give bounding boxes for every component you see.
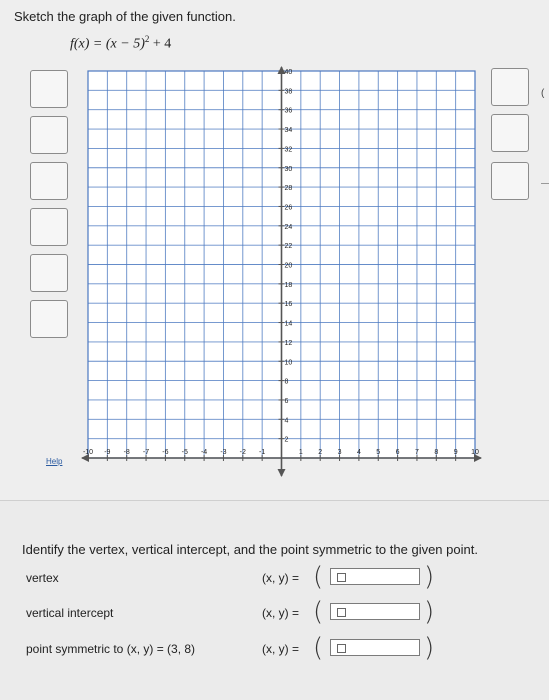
- y-tick-label: 38: [285, 88, 293, 95]
- tool-button-2[interactable]: [30, 116, 68, 154]
- coordinate-graph[interactable]: -10 -9 -8 -7 -6 -5 -4 -3 -2 -1 1 2 3 4 5 6 7 8 9 10 2 4 6 8 10 12…: [80, 65, 483, 478]
- input-placeholder-square: [337, 644, 346, 653]
- tool-button-6[interactable]: [30, 300, 68, 338]
- right-edge-glyph: (: [541, 88, 545, 99]
- x-tick-label: -6: [162, 449, 168, 456]
- x-tick-label: 4: [357, 449, 361, 456]
- x-tick-label: -10: [83, 449, 93, 456]
- x-tick-label: -7: [143, 449, 149, 456]
- tool-button-1[interactable]: [30, 70, 68, 108]
- y-axis-arrow-down: [277, 469, 286, 477]
- x-tick-label: 3: [338, 449, 342, 456]
- intercept-open-paren: (: [313, 597, 324, 627]
- y-tick-label: 26: [285, 204, 293, 211]
- y-tick-label: 34: [285, 127, 293, 134]
- vertical-intercept-label: vertical intercept: [26, 606, 114, 620]
- tool-button-4[interactable]: [30, 208, 68, 246]
- y-tick-label: 28: [285, 185, 293, 192]
- x-tick-label: 10: [471, 449, 479, 456]
- right-edge-line: [541, 183, 549, 184]
- x-tick-label: -4: [201, 449, 207, 456]
- right-tool-button-3[interactable]: [491, 162, 529, 200]
- y-tick-label: 8: [285, 379, 289, 386]
- vertex-answer-box[interactable]: [330, 568, 427, 587]
- vertex-close-paren: ): [424, 562, 435, 592]
- vertical-intercept-xy-label: (x, y) =: [262, 606, 300, 620]
- intercept-close-paren: ): [424, 597, 435, 627]
- y-tick-label: 14: [285, 321, 293, 328]
- problem-prompt: Sketch the graph of the given function.: [14, 9, 236, 24]
- y-tick-label: 20: [285, 263, 293, 270]
- question-panel: Identify the vertex, vertical intercept,…: [0, 501, 549, 700]
- x-tick-label: 8: [434, 449, 438, 456]
- question-instruction: Identify the vertex, vertical intercept,…: [22, 542, 478, 557]
- x-tick-label: -9: [104, 449, 110, 456]
- x-tick-label: 1: [299, 449, 303, 456]
- symmetric-open-paren: (: [313, 633, 324, 663]
- symmetric-point-xy-label: (x, y) =: [262, 642, 300, 656]
- x-tick-label: 5: [376, 449, 380, 456]
- y-tick-label: 30: [285, 166, 293, 173]
- y-tick-label: 2: [285, 437, 289, 444]
- symmetric-close-paren: ): [424, 633, 435, 663]
- y-tick-label: 12: [285, 340, 293, 347]
- x-tick-label: -5: [182, 449, 188, 456]
- x-tick-label: 7: [415, 449, 419, 456]
- vertex-xy-label: (x, y) =: [262, 571, 300, 585]
- vertical-intercept-answer-box[interactable]: [330, 603, 427, 622]
- tool-button-5[interactable]: [30, 254, 68, 292]
- x-tick-label: 9: [454, 449, 458, 456]
- x-tick-label: -2: [240, 449, 246, 456]
- y-tick-label: 16: [285, 301, 293, 308]
- symmetric-point-label: point symmetric to (x, y) = (3, 8): [26, 642, 196, 656]
- x-tick-label: -3: [220, 449, 226, 456]
- x-tick-label: 6: [396, 449, 400, 456]
- right-tool-button-1[interactable]: [491, 68, 529, 106]
- help-link[interactable]: Help: [46, 457, 62, 466]
- x-tick-label: -1: [259, 449, 265, 456]
- y-tick-label: 10: [285, 359, 293, 366]
- y-tick-label: 36: [285, 108, 293, 115]
- symmetric-point-answer-box[interactable]: [330, 639, 427, 658]
- y-tick-label: 32: [285, 146, 293, 153]
- input-placeholder-square: [337, 608, 346, 617]
- y-tick-label: 4: [285, 417, 289, 424]
- input-placeholder-square: [337, 573, 346, 582]
- function-rhs: + 4: [149, 36, 172, 52]
- function-expression: f(x) = (x − 5)2 + 4: [70, 34, 171, 53]
- graph-panel: Sketch the graph of the given function. …: [0, 0, 549, 500]
- y-tick-label: 22: [285, 243, 293, 250]
- y-tick-label: 18: [285, 282, 293, 289]
- vertex-label: vertex: [26, 571, 59, 585]
- right-tool-button-2[interactable]: [491, 114, 529, 152]
- vertex-open-paren: (: [313, 562, 324, 592]
- x-tick-label: -8: [124, 449, 130, 456]
- y-tick-label: 40: [285, 69, 293, 76]
- y-tick-label: 6: [285, 398, 289, 405]
- x-tick-label: 2: [318, 449, 322, 456]
- graph-canvas[interactable]: -10 -9 -8 -7 -6 -5 -4 -3 -2 -1 1 2 3 4 5 6 7 8 9 1024681012…: [80, 65, 483, 478]
- y-tick-label: 24: [285, 224, 293, 231]
- function-lhs: f(x) = (x − 5): [70, 36, 145, 52]
- tool-button-3[interactable]: [30, 162, 68, 200]
